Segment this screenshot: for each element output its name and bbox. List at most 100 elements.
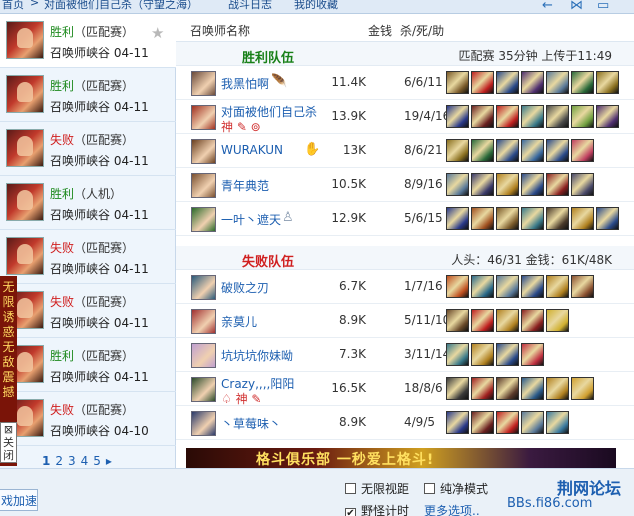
share-icon[interactable]: ⋈ — [570, 0, 583, 13]
back-arrow-icon[interactable]: ← — [542, 0, 553, 13]
side-ad-close-button[interactable]: ⊠关闭 — [0, 422, 17, 463]
match-list-item[interactable]: 胜利（匹配赛） 召唤师峡谷 04-11 ★ — [0, 14, 176, 68]
item-slot[interactable] — [571, 207, 594, 230]
item-slot[interactable] — [496, 377, 519, 400]
pure-mode-checkbox[interactable] — [424, 483, 435, 494]
match-list-item[interactable]: 胜利（人机） 召唤师峡谷 04-11 — [0, 176, 176, 230]
item-slot[interactable] — [446, 207, 469, 230]
match-list-item[interactable]: 胜利（匹配赛） 召唤师峡谷 04-11 — [0, 68, 176, 122]
item-slot[interactable] — [471, 139, 494, 162]
item-slot[interactable] — [571, 377, 594, 400]
item-slot[interactable] — [521, 411, 544, 434]
item-slot[interactable] — [471, 309, 494, 332]
item-slot[interactable] — [546, 207, 569, 230]
item-slot[interactable] — [546, 377, 569, 400]
item-slot[interactable] — [546, 275, 569, 298]
summoner-name-link[interactable]: 亲莫儿 — [221, 313, 257, 330]
item-slot[interactable] — [496, 173, 519, 196]
game-accelerate-button[interactable]: 戏加速 — [0, 489, 38, 511]
nav-battle-log-link[interactable]: 战斗日志 — [228, 0, 272, 12]
player-row[interactable]: 坑坑坑你妹呦 7.3K 3/11/14 — [176, 338, 634, 372]
nav-current-match-link[interactable]: 对面被他们自己杀（守望之海） — [44, 0, 198, 12]
page-link[interactable]: 5 — [93, 454, 101, 468]
item-slot[interactable] — [446, 173, 469, 196]
item-slot[interactable] — [471, 343, 494, 366]
player-row[interactable]: WURAKUN ✋ 13K 8/6/21 — [176, 134, 634, 168]
item-slot[interactable] — [496, 139, 519, 162]
item-slot[interactable] — [471, 207, 494, 230]
item-slot[interactable] — [596, 207, 619, 230]
player-row[interactable]: 亲莫儿 8.9K 5/11/10 — [176, 304, 634, 338]
item-slot[interactable] — [571, 139, 594, 162]
item-slot[interactable] — [546, 173, 569, 196]
item-slot[interactable] — [471, 173, 494, 196]
summoner-name-link[interactable]: 一叶丶遮天 — [221, 211, 281, 228]
item-slot[interactable] — [446, 71, 469, 94]
page-link[interactable]: 4 — [81, 454, 89, 468]
favorite-star-icon[interactable]: ★ — [151, 24, 164, 42]
opt-jungle-timer[interactable]: ✔ 野怪计时 — [345, 502, 409, 516]
item-slot[interactable] — [521, 71, 544, 94]
match-list-item[interactable]: 失败（匹配赛） 召唤师峡谷 04-11 — [0, 122, 176, 176]
summoner-name-link[interactable]: 青年典范 — [221, 177, 269, 194]
summoner-name-link[interactable]: 坑坑坑你妹呦 — [221, 347, 293, 364]
item-slot[interactable] — [596, 71, 619, 94]
champion-portrait[interactable] — [191, 343, 216, 368]
summoner-name-link[interactable]: 破败之刃 — [221, 279, 269, 296]
match-list-item[interactable]: 胜利（匹配赛） 召唤师峡谷 04-11 — [0, 338, 176, 392]
summoner-name-link[interactable]: WURAKUN — [221, 143, 283, 157]
player-row[interactable]: 我黑怕啊 🪶 11.4K 6/6/11 — [176, 66, 634, 100]
item-slot[interactable] — [521, 343, 544, 366]
match-list-item[interactable]: 失败（匹配赛） 召唤师峡谷 04-10 — [0, 392, 176, 446]
item-slot[interactable] — [471, 377, 494, 400]
item-slot[interactable] — [546, 139, 569, 162]
item-slot[interactable] — [446, 105, 469, 128]
item-slot[interactable] — [546, 71, 569, 94]
item-slot[interactable] — [546, 105, 569, 128]
player-row[interactable]: 青年典范 10.5K 8/9/16 — [176, 168, 634, 202]
unlimited-view-checkbox[interactable] — [345, 483, 356, 494]
summoner-name-link[interactable]: 丶草莓味丶 — [221, 415, 281, 432]
banner-ad[interactable]: 格斗俱乐部 一秒爱上格斗! — [186, 448, 616, 468]
item-slot[interactable] — [496, 411, 519, 434]
item-slot[interactable] — [496, 309, 519, 332]
item-slot[interactable] — [471, 71, 494, 94]
next-page-icon[interactable]: ▸ — [106, 454, 112, 468]
champion-portrait[interactable] — [191, 309, 216, 334]
item-slot[interactable] — [471, 105, 494, 128]
item-slot[interactable] — [571, 105, 594, 128]
item-slot[interactable] — [571, 173, 594, 196]
summoner-name-link[interactable]: 我黑怕啊 — [221, 75, 269, 92]
item-slot[interactable] — [571, 275, 594, 298]
item-slot[interactable] — [496, 71, 519, 94]
player-row[interactable]: 一叶丶遮天 ♙ 12.9K 5/6/15 — [176, 202, 634, 236]
item-slot[interactable] — [596, 105, 619, 128]
opt-pure-mode[interactable]: 纯净模式 — [424, 480, 488, 497]
champion-portrait[interactable] — [191, 411, 216, 436]
item-slot[interactable] — [496, 343, 519, 366]
window-icon[interactable]: ▭ — [597, 0, 609, 13]
more-options-link[interactable]: 更多选项.. — [424, 502, 480, 516]
player-row[interactable]: 丶草莓味丶 8.9K 4/9/5 — [176, 406, 634, 440]
nav-home-link[interactable]: 首页 — [2, 0, 24, 12]
match-list-item[interactable]: 失败（匹配赛） 召唤师峡谷 04-11 — [0, 230, 176, 284]
champion-portrait[interactable] — [191, 377, 216, 402]
item-slot[interactable] — [446, 377, 469, 400]
page-link[interactable]: 1 — [42, 454, 50, 468]
page-link[interactable]: 2 — [55, 454, 63, 468]
player-row[interactable]: 对面被他们自己杀神 ✎ ⊚ 13.9K 19/4/16 — [176, 100, 634, 134]
champion-portrait[interactable] — [191, 275, 216, 300]
item-slot[interactable] — [521, 139, 544, 162]
nav-favorites-link[interactable]: 我的收藏 — [294, 0, 338, 12]
player-row[interactable]: 破败之刃 6.7K 1/7/16 — [176, 270, 634, 304]
item-slot[interactable] — [521, 309, 544, 332]
item-slot[interactable] — [496, 275, 519, 298]
item-slot[interactable] — [546, 411, 569, 434]
item-slot[interactable] — [471, 275, 494, 298]
champion-portrait[interactable] — [191, 173, 216, 198]
opt-unlimited-view[interactable]: 无限视距 — [345, 480, 409, 497]
item-slot[interactable] — [521, 173, 544, 196]
item-slot[interactable] — [521, 105, 544, 128]
item-slot[interactable] — [571, 71, 594, 94]
side-floating-ad[interactable]: 无限诱惑 无敌震撼 ⊠关闭 — [0, 276, 17, 466]
